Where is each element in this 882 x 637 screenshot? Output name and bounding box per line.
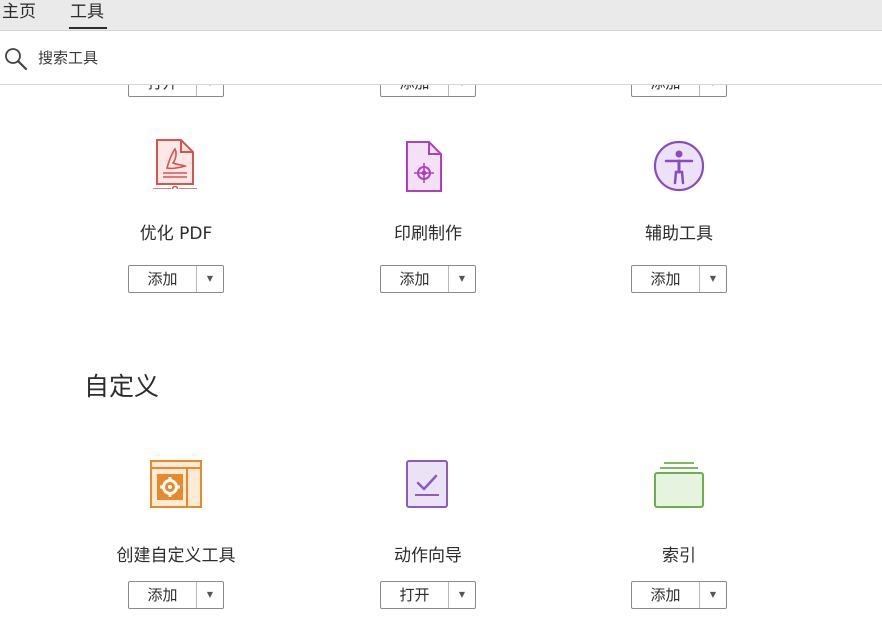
tab-tools[interactable]: 工具: [70, 1, 104, 23]
custom-tool-icon: [150, 460, 202, 508]
chevron-down-icon[interactable]: ▼: [197, 266, 223, 292]
split-button-label[interactable]: 添加: [129, 582, 196, 608]
chevron-down-icon[interactable]: ▼: [700, 582, 726, 608]
chevron-down-icon[interactable]: ▼: [449, 266, 475, 292]
chevron-down-icon[interactable]: ▼: [700, 266, 726, 292]
tools-content: 打开 ▼ 添加 ▼ 添加 ▼ 优化 PDF: [0, 85, 882, 637]
add-split-button[interactable]: 添加 ▼: [631, 581, 727, 609]
chevron-down-icon[interactable]: ▼: [700, 85, 726, 96]
tool-label: 动作向导: [394, 546, 462, 566]
split-button-label[interactable]: 打开: [381, 582, 448, 608]
split-button-label[interactable]: 添加: [632, 266, 699, 292]
section-title-custom: 自定义: [84, 372, 160, 401]
split-button-label[interactable]: 添加: [632, 85, 699, 96]
chevron-down-icon[interactable]: ▼: [197, 582, 223, 608]
search-bar: [0, 31, 882, 85]
action-wizard-icon: [406, 460, 448, 508]
index-icon: [654, 462, 704, 508]
tool-label: 创建自定义工具: [116, 546, 236, 566]
optimize-pdf-icon: [153, 139, 197, 189]
search-tools-input[interactable]: [38, 45, 538, 71]
accessibility-icon: [653, 140, 705, 192]
chevron-down-icon[interactable]: ▼: [449, 85, 475, 96]
split-button-label[interactable]: 添加: [129, 266, 196, 292]
split-button-label[interactable]: 打开: [129, 85, 196, 96]
split-button-label[interactable]: 添加: [381, 266, 448, 292]
tool-label: 辅助工具: [645, 224, 713, 244]
add-split-button[interactable]: 添加 ▼: [631, 85, 727, 97]
add-split-button[interactable]: 添加 ▼: [631, 265, 727, 293]
search-icon: [5, 48, 28, 71]
open-split-button[interactable]: 打开 ▼: [128, 85, 224, 97]
add-split-button[interactable]: 添加 ▼: [380, 85, 476, 97]
print-production-icon: [406, 141, 442, 192]
split-button-label[interactable]: 添加: [381, 85, 448, 96]
tool-label: 索引: [662, 546, 696, 566]
add-split-button[interactable]: 添加 ▼: [380, 265, 476, 293]
active-tab-indicator: [69, 27, 107, 29]
tool-label: 印刷制作: [394, 224, 462, 244]
chevron-down-icon[interactable]: ▼: [197, 85, 223, 96]
top-tab-bar: 主页 工具: [0, 0, 882, 31]
tab-home[interactable]: 主页: [2, 1, 36, 23]
open-split-button[interactable]: 打开 ▼: [380, 581, 476, 609]
split-button-label[interactable]: 添加: [632, 582, 699, 608]
tool-label: 优化 PDF: [139, 224, 213, 244]
add-split-button[interactable]: 添加 ▼: [128, 581, 224, 609]
chevron-down-icon[interactable]: ▼: [449, 582, 475, 608]
add-split-button[interactable]: 添加 ▼: [128, 265, 224, 293]
